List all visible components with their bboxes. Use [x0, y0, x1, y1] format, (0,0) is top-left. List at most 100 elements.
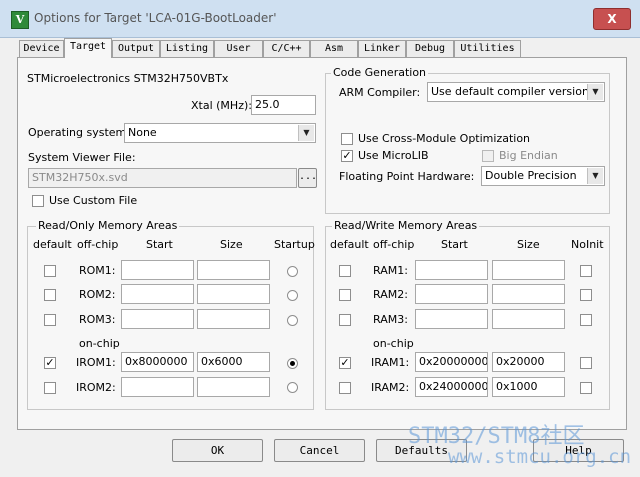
svf-browse-button[interactable]: ...	[298, 168, 317, 188]
arm-compiler-label: ARM Compiler:	[339, 86, 421, 99]
ram2-size-input[interactable]	[492, 284, 565, 304]
irom2-default-checkbox[interactable]	[44, 382, 56, 394]
use-custom-file-checkbox[interactable]	[32, 195, 44, 207]
iram1-size-input[interactable]: 0x20000	[492, 352, 565, 372]
rom2-label: ROM2:	[79, 288, 116, 301]
rw-header-noinit: NoInit	[571, 238, 604, 251]
ro-header-start: Start	[146, 238, 173, 251]
tab-device[interactable]: Device	[19, 40, 64, 57]
xtal-label: Xtal (MHz):	[191, 99, 252, 112]
rom1-label: ROM1:	[79, 264, 116, 277]
microlib-checkbox[interactable]: ✓	[341, 150, 353, 162]
tab-utilities[interactable]: Utilities	[454, 40, 521, 57]
rw-header-offchip: off-chip	[373, 238, 415, 251]
device-name: STMicroelectronics STM32H750VBTx	[27, 72, 229, 85]
os-select-value: None	[128, 126, 157, 139]
irom1-startup-radio[interactable]	[287, 358, 298, 369]
irom2-start-input[interactable]	[121, 377, 194, 397]
rom2-size-input[interactable]	[197, 284, 270, 304]
big-endian-checkbox[interactable]	[482, 150, 494, 162]
arm-compiler-select[interactable]: Use default compiler version 5 ▼	[427, 82, 605, 102]
ro-onchip-label: on-chip	[79, 337, 120, 350]
code-generation-title: Code Generation	[331, 66, 429, 79]
rom3-size-input[interactable]	[197, 309, 270, 329]
ro-header-size: Size	[220, 238, 243, 251]
big-endian-label: Big Endian	[499, 149, 558, 162]
fpu-select[interactable]: Double Precision ▼	[481, 166, 605, 186]
iram1-default-checkbox[interactable]: ✓	[339, 357, 351, 369]
tab-target[interactable]: Target	[64, 38, 112, 58]
rom2-default-checkbox[interactable]	[44, 289, 56, 301]
rw-header-default: default	[330, 238, 369, 251]
chevron-down-icon: ▼	[587, 168, 603, 184]
rom2-startup-radio[interactable]	[287, 290, 298, 301]
use-custom-file-label: Use Custom File	[49, 194, 138, 207]
cross-module-label: Use Cross-Module Optimization	[358, 132, 531, 145]
rom1-start-input[interactable]	[121, 260, 194, 280]
tab-c-cpp[interactable]: C/C++	[263, 40, 310, 57]
svf-label: System Viewer File:	[28, 151, 136, 164]
xtal-input[interactable]: 25.0	[251, 95, 316, 115]
tab-output[interactable]: Output	[112, 40, 160, 57]
rom1-size-input[interactable]	[197, 260, 270, 280]
ram3-size-input[interactable]	[492, 309, 565, 329]
app-icon: V	[11, 11, 29, 29]
chevron-down-icon: ▼	[298, 125, 314, 141]
ram2-noinit-checkbox[interactable]	[580, 289, 592, 301]
irom1-size-input[interactable]: 0x6000	[197, 352, 270, 372]
cross-module-checkbox[interactable]	[341, 133, 353, 145]
ram1-start-input[interactable]	[415, 260, 488, 280]
fpu-label: Floating Point Hardware:	[339, 170, 475, 183]
close-button[interactable]: X	[593, 8, 631, 30]
fpu-value: Double Precision	[485, 169, 577, 182]
cancel-button[interactable]: Cancel	[274, 439, 365, 462]
irom1-default-checkbox[interactable]: ✓	[44, 357, 56, 369]
tab-debug[interactable]: Debug	[406, 40, 454, 57]
rw-header-start: Start	[441, 238, 468, 251]
ram3-label: RAM3:	[373, 313, 408, 326]
ram3-default-checkbox[interactable]	[339, 314, 351, 326]
rom1-default-checkbox[interactable]	[44, 265, 56, 277]
rw-onchip-label: on-chip	[373, 337, 414, 350]
tab-asm[interactable]: Asm	[310, 40, 358, 57]
ok-button[interactable]: OK	[172, 439, 263, 462]
rom2-start-input[interactable]	[121, 284, 194, 304]
ro-header-default: default	[33, 238, 72, 251]
iram2-default-checkbox[interactable]	[339, 382, 351, 394]
ram2-start-input[interactable]	[415, 284, 488, 304]
irom2-startup-radio[interactable]	[287, 382, 298, 393]
ram3-noinit-checkbox[interactable]	[580, 314, 592, 326]
ro-memory-title: Read/Only Memory Areas	[36, 219, 180, 232]
ram1-label: RAM1:	[373, 264, 408, 277]
ro-header-offchip: off-chip	[77, 238, 119, 251]
irom2-size-input[interactable]	[197, 377, 270, 397]
iram2-label: IRAM2:	[371, 381, 410, 394]
rom1-startup-radio[interactable]	[287, 266, 298, 277]
iram1-start-input[interactable]: 0x20000000	[415, 352, 488, 372]
tab-user[interactable]: User	[214, 40, 263, 57]
ram2-default-checkbox[interactable]	[339, 289, 351, 301]
rw-header-size: Size	[517, 238, 540, 251]
iram2-start-input[interactable]: 0x24000000	[415, 377, 488, 397]
os-select[interactable]: None ▼	[124, 123, 316, 143]
rom3-start-input[interactable]	[121, 309, 194, 329]
arm-compiler-value: Use default compiler version 5	[431, 85, 600, 98]
ro-header-startup: Startup	[274, 238, 315, 251]
iram1-label: IRAM1:	[371, 356, 410, 369]
iram2-noinit-checkbox[interactable]	[580, 382, 592, 394]
ram1-default-checkbox[interactable]	[339, 265, 351, 277]
window-title: Options for Target 'LCA-01G-BootLoader'	[34, 11, 277, 25]
ram1-size-input[interactable]	[492, 260, 565, 280]
irom1-start-input[interactable]: 0x8000000	[121, 352, 194, 372]
rom3-default-checkbox[interactable]	[44, 314, 56, 326]
tab-linker[interactable]: Linker	[358, 40, 406, 57]
rom3-label: ROM3:	[79, 313, 116, 326]
rom3-startup-radio[interactable]	[287, 315, 298, 326]
tab-listing[interactable]: Listing	[160, 40, 214, 57]
ram3-start-input[interactable]	[415, 309, 488, 329]
iram2-size-input[interactable]: 0x1000	[492, 377, 565, 397]
svf-input[interactable]: STM32H750x.svd	[28, 168, 297, 188]
ram1-noinit-checkbox[interactable]	[580, 265, 592, 277]
irom2-label: IROM2:	[76, 381, 116, 394]
iram1-noinit-checkbox[interactable]	[580, 357, 592, 369]
